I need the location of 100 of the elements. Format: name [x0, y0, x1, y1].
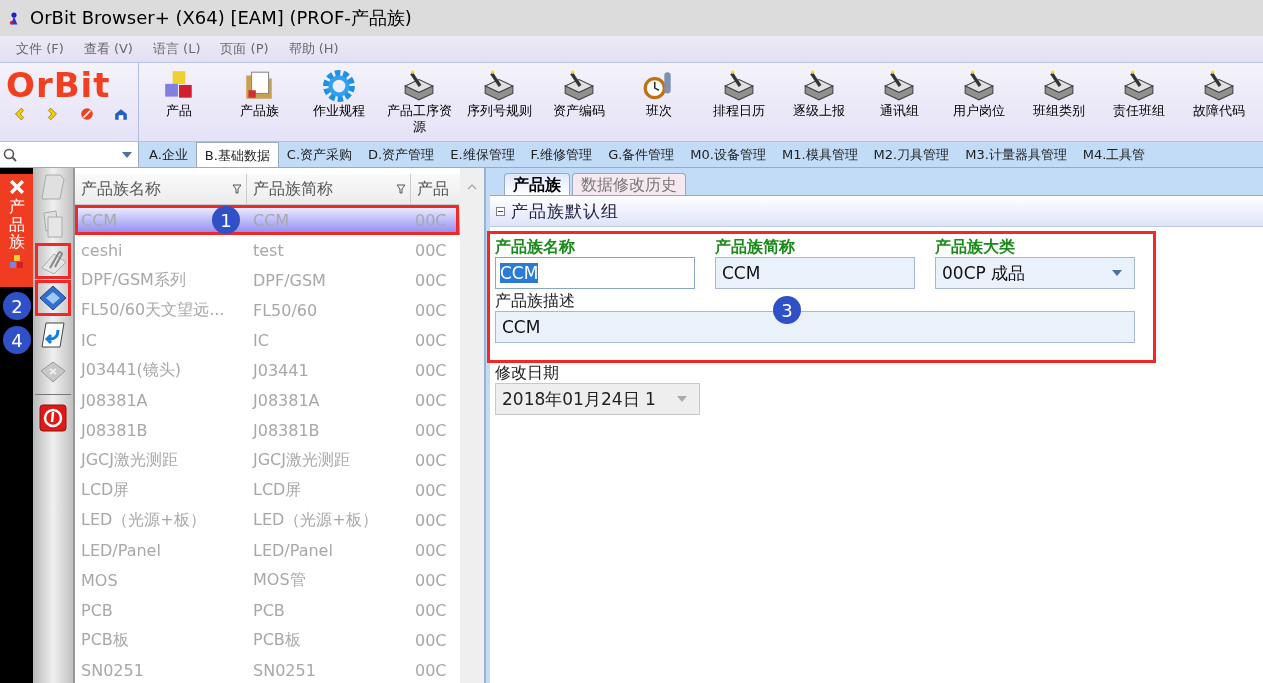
table-cell: 00C — [415, 240, 447, 260]
table-cell: CCM — [253, 210, 290, 230]
table-cell: 00C — [415, 510, 447, 530]
module-tab[interactable]: F.维修管理 — [522, 142, 601, 167]
table-cell: 00C — [415, 390, 447, 410]
home-icon[interactable] — [114, 107, 128, 121]
toolbar-button[interactable]: 资产编码 — [539, 63, 619, 141]
table-cell: J03441 — [253, 360, 309, 380]
field-label: 修改日期 — [495, 363, 559, 383]
dropdown-arrow-icon[interactable] — [122, 151, 132, 158]
table-cell: 00C — [415, 210, 447, 230]
table-cell: 00C — [415, 300, 447, 320]
toolbar-button[interactable]: 通讯组 — [859, 63, 939, 141]
diamond-icon[interactable] — [38, 283, 68, 313]
column-header[interactable]: 产品族简称 — [247, 174, 411, 204]
filter-icon[interactable] — [232, 184, 242, 194]
table-cell: 00C — [415, 360, 447, 380]
cubes-icon — [9, 254, 24, 269]
table-cell: J03441(镜头) — [81, 359, 182, 381]
table-cell: IC — [81, 330, 97, 350]
field-label: 产品族描述 — [495, 291, 575, 311]
toolbar-button[interactable]: 用户岗位 — [939, 63, 1019, 141]
search-field[interactable] — [0, 142, 139, 167]
toolbar-button[interactable]: 逐级上报 — [779, 63, 859, 141]
table-cell: 00C — [415, 450, 447, 470]
field-label: 产品族名称 — [495, 237, 575, 257]
menu-item[interactable]: 语言 (L) — [152, 40, 201, 58]
side-tab[interactable]: 产品族 — [0, 174, 33, 287]
back-icon[interactable] — [12, 107, 26, 121]
table-cell: J08381A — [81, 390, 148, 410]
menu-item[interactable]: 页面 (P) — [220, 40, 269, 58]
menu-item[interactable]: 帮助 (H) — [288, 40, 339, 58]
collapse-icon[interactable] — [496, 206, 505, 216]
table-cell: ceshi — [81, 240, 123, 260]
table-cell: LED（光源+板） — [253, 509, 378, 531]
date-field[interactable]: 2018年01月24日 1 — [495, 383, 700, 415]
detail-tab[interactable]: 产品族 — [504, 173, 570, 195]
toolbar-button[interactable]: 产品工序资源 — [379, 63, 459, 141]
module-tab[interactable]: B.基础数据 — [195, 142, 279, 167]
dropdown-arrow-icon[interactable] — [1112, 270, 1122, 276]
tray-icon — [722, 69, 756, 103]
module-tab[interactable]: G.备件管理 — [600, 142, 683, 167]
toolbar-button[interactable]: 作业规程 — [299, 63, 379, 141]
input-field[interactable]: CCM — [715, 257, 915, 289]
app-icon — [8, 10, 20, 26]
return-document-icon[interactable] — [38, 320, 68, 350]
table-cell: LCD屏 — [81, 479, 130, 501]
column-header[interactable]: 产品族名称 — [75, 174, 247, 204]
table-cell: J08381B — [253, 420, 320, 440]
scroll-up-icon[interactable] — [467, 184, 477, 190]
stop-icon[interactable] — [80, 107, 94, 121]
tray-icon — [882, 69, 916, 103]
module-tab[interactable]: D.资产管理 — [360, 142, 443, 167]
module-tab[interactable]: M4.工具管 — [1074, 142, 1154, 167]
filter-icon[interactable] — [396, 184, 406, 194]
table-cell: test — [253, 240, 284, 260]
table-cell: 00C — [415, 270, 447, 290]
table-cell: 00C — [415, 420, 447, 440]
menu-item[interactable]: 查看 (V) — [83, 40, 133, 58]
module-tab[interactable]: E.维保管理 — [442, 142, 523, 167]
toolbar-button[interactable]: 排程日历 — [699, 63, 779, 141]
input-field[interactable]: CCM — [495, 257, 695, 289]
power-icon[interactable] — [38, 402, 68, 432]
table-cell: MOS管 — [253, 569, 306, 591]
table-cell: DPF/GSM — [253, 270, 326, 290]
table-cell: IC — [253, 330, 269, 350]
toolbar-button[interactable]: 班次 — [619, 63, 699, 141]
tray-icon — [562, 69, 596, 103]
toolbar-button[interactable]: 产品 — [139, 63, 219, 141]
table-cell: 00C — [415, 480, 447, 500]
table-cell: SN0251 — [81, 660, 144, 680]
toolbar-button[interactable]: 序列号规则 — [459, 63, 539, 141]
menu-item[interactable]: 文件 (F) — [16, 40, 64, 58]
detail-tab[interactable]: 数据修改历史 — [572, 173, 686, 195]
table-cell: JGCJ激光测距 — [253, 449, 350, 471]
module-tab[interactable]: M3.计量器具管理 — [957, 142, 1075, 167]
table-cell: CCM — [81, 210, 118, 230]
table-cell: FL50/60 — [253, 300, 318, 320]
scrollbar[interactable] — [460, 168, 486, 683]
table-cell: 00C — [415, 600, 447, 620]
module-tab[interactable]: A.企业 — [141, 142, 196, 167]
forward-icon[interactable] — [46, 107, 60, 121]
close-icon[interactable] — [9, 180, 24, 194]
toolbar-button[interactable]: 故障代码 — [1179, 63, 1259, 141]
toolbar-button[interactable]: 产品族 — [219, 63, 299, 141]
module-tab[interactable]: C.资产采购 — [278, 142, 361, 167]
side-tab-label: 产品族 — [8, 198, 25, 251]
toolbar-button[interactable]: 班组类别 — [1019, 63, 1099, 141]
module-tab[interactable]: M2.刀具管理 — [865, 142, 958, 167]
group-header[interactable]: 产品族默认组 — [490, 196, 1263, 227]
toolbar-button[interactable]: 责任班组 — [1099, 63, 1179, 141]
tray-icon — [482, 69, 516, 103]
tray-icon — [1202, 69, 1236, 103]
dropdown-field[interactable]: 00CP 成品 — [935, 257, 1135, 289]
module-tab[interactable]: M0.设备管理 — [682, 142, 774, 167]
table-cell: MOS — [81, 570, 118, 590]
column-header[interactable]: 产品 — [411, 174, 460, 204]
module-tab[interactable]: M1.模具管理 — [773, 142, 866, 167]
logo: OrBit — [6, 65, 111, 105]
table-cell: PCB — [253, 600, 285, 620]
